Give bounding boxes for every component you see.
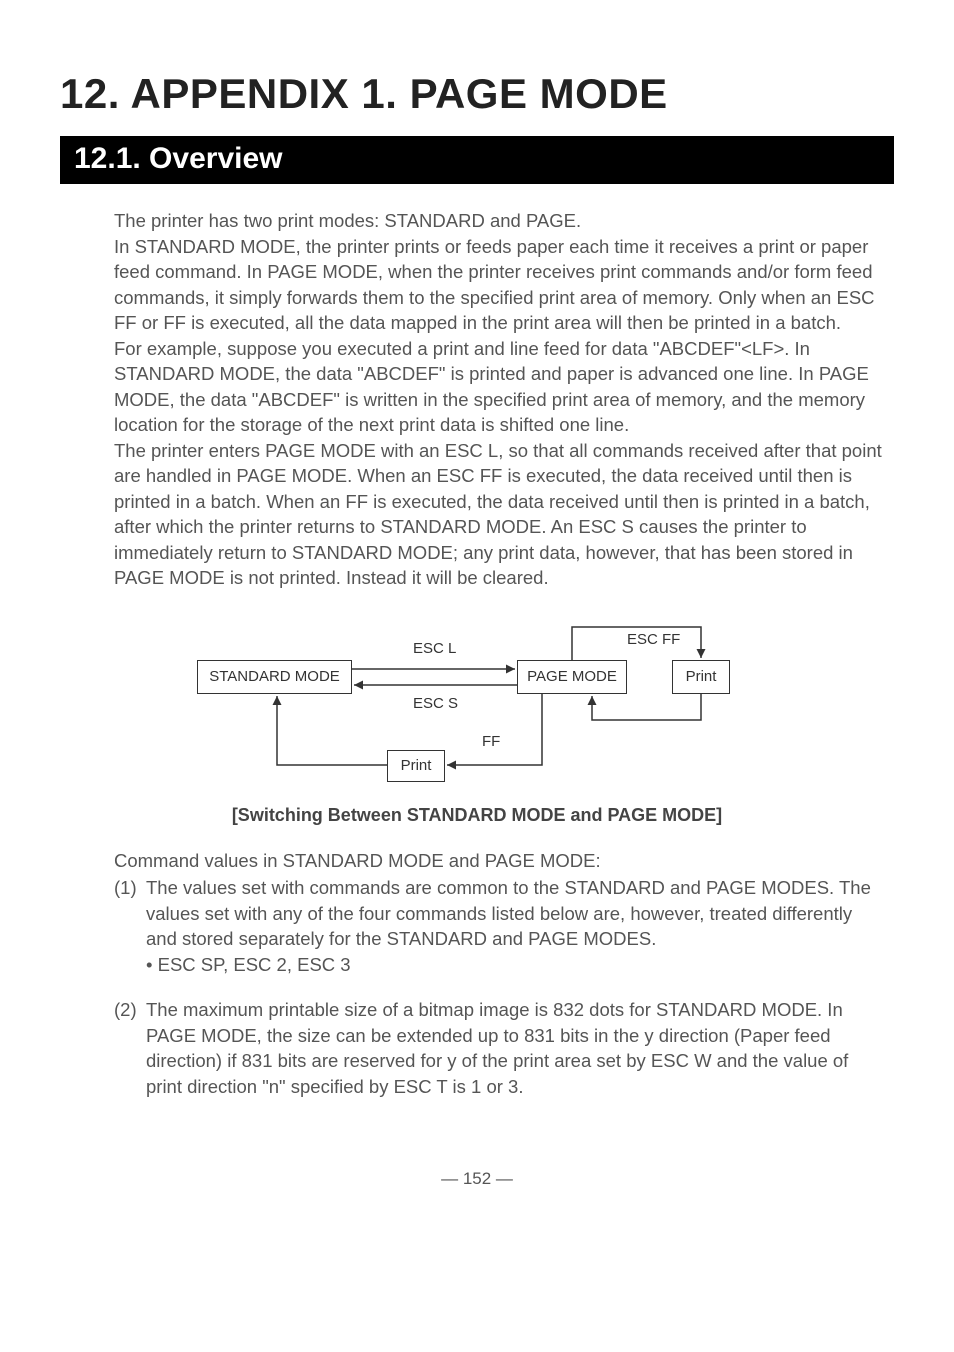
list-item-2-body: The maximum printable size of a bitmap i… [146, 999, 848, 1097]
list-item-1: (1) The values set with commands are com… [114, 875, 882, 977]
page-number: — 152 — [60, 1169, 894, 1189]
paragraph-2: In STANDARD MODE, the printer prints or … [114, 234, 882, 336]
section-heading: 12.1. Overview [60, 136, 894, 184]
paragraph-4: The printer enters PAGE MODE with an ESC… [114, 438, 882, 591]
list-item-1-num: (1) [114, 875, 146, 977]
diagram-arrows [197, 615, 757, 795]
list-item-2-num: (2) [114, 997, 146, 1099]
list-item-1-body: The values set with commands are common … [146, 877, 871, 949]
paragraph-1: The printer has two print modes: STANDAR… [114, 208, 882, 234]
paragraph-3: For example, suppose you executed a prin… [114, 336, 882, 438]
list-lead: Command values in STANDARD MODE and PAGE… [114, 848, 882, 874]
list-item-1-bullet: • ESC SP, ESC 2, ESC 3 [146, 952, 882, 978]
mode-switch-diagram: STANDARD MODE PAGE MODE Print Print ESC … [60, 615, 894, 795]
page-title: 12. APPENDIX 1. PAGE MODE [60, 70, 894, 118]
list-item-2: (2) The maximum printable size of a bitm… [114, 997, 882, 1099]
diagram-caption: [Switching Between STANDARD MODE and PAG… [60, 805, 894, 826]
